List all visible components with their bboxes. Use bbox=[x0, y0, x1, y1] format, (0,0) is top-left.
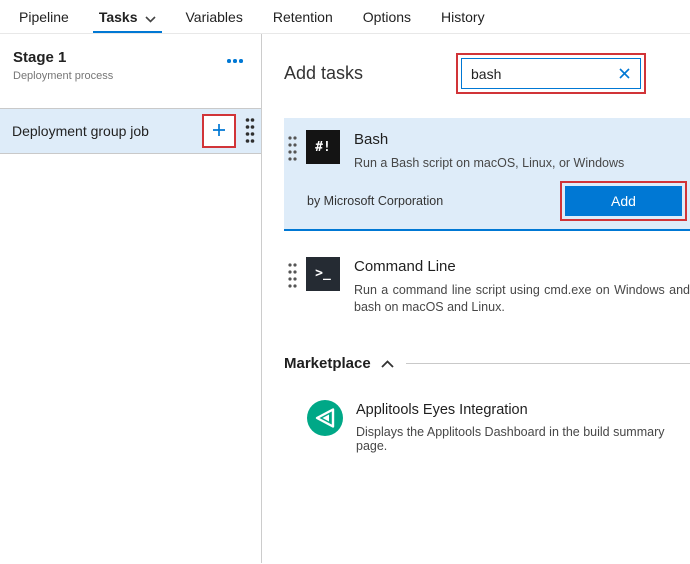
section-divider bbox=[406, 363, 690, 364]
tab-tasks[interactable]: Tasks bbox=[84, 0, 171, 33]
task-name: Command Line bbox=[354, 257, 690, 275]
tab-label: History bbox=[441, 9, 485, 25]
add-task-to-job-button[interactable] bbox=[206, 118, 232, 144]
task-description: Run a Bash script on macOS, Linux, or Wi… bbox=[354, 155, 624, 173]
tab-retention[interactable]: Retention bbox=[258, 0, 348, 33]
annotation-box-add-button: Add bbox=[560, 181, 687, 221]
annotation-box-search bbox=[456, 53, 646, 94]
task-description: Run a command line script using cmd.exe … bbox=[354, 282, 690, 317]
task-item-command-line[interactable]: >_ Command Line Run a command line scrip… bbox=[284, 243, 690, 329]
stage-title: Stage 1 bbox=[13, 49, 113, 66]
marketplace-title: Marketplace bbox=[284, 355, 371, 372]
more-options-icon[interactable] bbox=[225, 52, 245, 68]
stage-subtitle: Deployment process bbox=[13, 70, 113, 82]
panel-title: Add tasks bbox=[284, 63, 363, 84]
plus-icon bbox=[211, 122, 227, 141]
release-pipeline-editor: Pipeline Tasks Variables Retention Optio… bbox=[0, 0, 690, 564]
tab-label: Options bbox=[363, 9, 411, 25]
tab-variables[interactable]: Variables bbox=[171, 0, 258, 33]
tab-pipeline[interactable]: Pipeline bbox=[4, 0, 84, 33]
drag-handle-icon[interactable] bbox=[285, 261, 300, 289]
add-button[interactable]: Add bbox=[565, 186, 682, 216]
chevron-up-icon bbox=[381, 360, 394, 368]
tab-label: Variables bbox=[186, 9, 243, 25]
stages-sidebar: Stage 1 Deployment process Deployment gr… bbox=[0, 34, 262, 563]
tab-label: Pipeline bbox=[19, 9, 69, 25]
annotation-box-add-task bbox=[202, 114, 236, 148]
marketplace-item-description: Displays the Applitools Dashboard in the… bbox=[356, 425, 690, 453]
command-line-task-icon: >_ bbox=[306, 257, 340, 291]
add-tasks-panel: Add tasks bbox=[262, 34, 690, 563]
task-item-bash[interactable]: #! Bash Run a Bash script on macOS, Linu… bbox=[284, 118, 690, 231]
marketplace-section-toggle[interactable]: Marketplace bbox=[284, 355, 690, 372]
marketplace-item-applitools[interactable]: Applitools Eyes Integration Displays the… bbox=[284, 400, 690, 453]
tab-label: Tasks bbox=[99, 9, 138, 25]
task-search-box bbox=[461, 58, 641, 89]
deployment-group-job-row[interactable]: Deployment group job bbox=[0, 108, 261, 154]
chevron-down-icon bbox=[145, 10, 156, 26]
tab-history[interactable]: History bbox=[426, 0, 500, 33]
search-input[interactable] bbox=[462, 66, 616, 82]
task-name: Bash bbox=[354, 130, 624, 148]
bash-task-icon: #! bbox=[306, 130, 340, 164]
top-nav: Pipeline Tasks Variables Retention Optio… bbox=[0, 0, 690, 34]
clear-search-icon[interactable] bbox=[616, 67, 640, 80]
drag-handle-icon[interactable] bbox=[242, 116, 258, 146]
job-label: Deployment group job bbox=[12, 123, 202, 139]
tab-options[interactable]: Options bbox=[348, 0, 426, 33]
stage-header: Stage 1 Deployment process bbox=[0, 34, 261, 92]
applitools-icon bbox=[307, 400, 343, 436]
drag-handle-icon[interactable] bbox=[285, 134, 300, 162]
task-publisher: by Microsoft Corporation bbox=[307, 194, 443, 208]
marketplace-item-name: Applitools Eyes Integration bbox=[356, 400, 690, 418]
tab-label: Retention bbox=[273, 9, 333, 25]
